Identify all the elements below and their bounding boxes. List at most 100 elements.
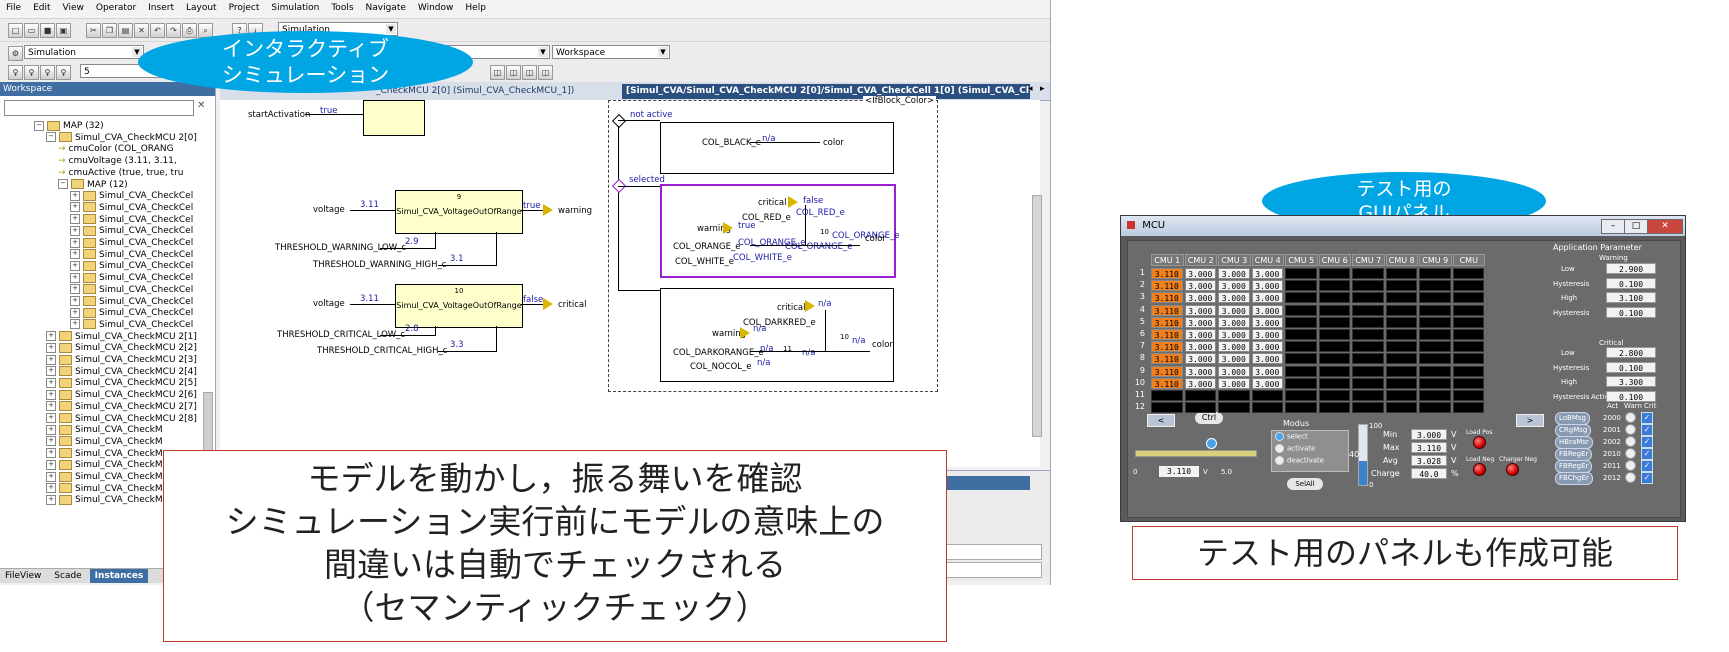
cell-empty[interactable] — [1318, 402, 1350, 414]
param-value-field[interactable]: 3.300 — [1606, 376, 1656, 387]
activation-block[interactable] — [363, 100, 425, 136]
voltage-slider-thumb[interactable] — [1205, 438, 1217, 449]
cell-voltage[interactable]: 3.000 — [1251, 329, 1283, 340]
cut-icon[interactable]: ✂ — [86, 23, 101, 38]
expand-toggle-icon[interactable]: + — [46, 389, 56, 400]
cell-empty[interactable] — [1318, 268, 1350, 279]
cell-empty[interactable] — [1318, 280, 1350, 292]
cell-empty[interactable] — [1318, 365, 1350, 377]
workspace-combo[interactable]: Workspace ▼ — [552, 45, 670, 59]
menu-item-project[interactable]: Project — [223, 0, 266, 13]
expand-toggle-icon[interactable]: + — [70, 214, 80, 225]
minimize-button[interactable]: – — [1601, 219, 1625, 234]
cell-voltage[interactable]: 3.110 — [1151, 268, 1183, 279]
menu-item-window[interactable]: Window — [412, 0, 460, 13]
menu-item-file[interactable]: File — [0, 0, 27, 13]
not-active-branch[interactable] — [660, 122, 894, 174]
expand-toggle-icon[interactable]: + — [70, 260, 80, 271]
voltage-out-of-range-block-1[interactable]: 9 Simul_CVA_VoltageOutOfRange — [395, 190, 523, 234]
cell-empty[interactable] — [1419, 268, 1451, 279]
cell-voltage[interactable]: 3.110 — [1151, 280, 1183, 292]
param-value-field[interactable]: 0.100 — [1606, 277, 1656, 289]
expand-toggle-icon[interactable]: + — [46, 366, 56, 377]
cell-voltage[interactable]: 3.000 — [1218, 292, 1250, 304]
cell-voltage[interactable]: 3.000 — [1218, 280, 1250, 292]
expand-toggle-icon[interactable]: + — [70, 307, 80, 318]
cell-empty[interactable] — [1285, 390, 1317, 401]
sim-icon-b[interactable]: ◫ — [506, 65, 521, 80]
expand-toggle-icon[interactable]: + — [70, 190, 80, 201]
alarm-crit-checkbox[interactable]: ✓ — [1641, 424, 1653, 436]
cell-empty[interactable] — [1385, 377, 1417, 389]
expand-toggle-icon[interactable]: + — [46, 413, 56, 423]
param-value-field[interactable]: 2.900 — [1606, 263, 1656, 274]
cell-empty[interactable] — [1452, 268, 1484, 279]
ctrl-button[interactable]: Ctrl — [1195, 412, 1223, 424]
cell-voltage[interactable]: 3.000 — [1251, 316, 1283, 328]
cell-voltage[interactable]: 3.000 — [1184, 365, 1216, 377]
cell-empty[interactable] — [1352, 329, 1384, 340]
expand-toggle-icon[interactable]: + — [46, 401, 56, 412]
cell-empty[interactable] — [1184, 390, 1216, 401]
cell-empty[interactable] — [1452, 280, 1484, 292]
param-value-field[interactable]: 2.800 — [1606, 347, 1656, 358]
cell-voltage[interactable]: 3.000 — [1251, 304, 1283, 316]
cell-voltage[interactable]: 3.110 — [1151, 341, 1183, 353]
menu-item-insert[interactable]: Insert — [142, 0, 180, 13]
cell-voltage[interactable]: 3.000 — [1184, 329, 1216, 340]
tab-scroll-left-icon[interactable]: ◂ — [1028, 84, 1033, 94]
param-value-field[interactable]: 3.100 — [1606, 292, 1656, 303]
menu-item-simulation[interactable]: Simulation — [265, 0, 325, 13]
modus-radio-select[interactable]: select — [1275, 432, 1308, 441]
expand-toggle-icon[interactable]: − — [34, 120, 44, 131]
prev-page-button[interactable]: < — [1147, 414, 1175, 427]
cell-empty[interactable] — [1285, 268, 1317, 279]
tab-scade[interactable]: Scade — [49, 569, 86, 583]
cell-empty[interactable] — [1318, 292, 1350, 304]
cell-empty[interactable] — [1352, 365, 1384, 377]
cell-empty[interactable] — [1385, 365, 1417, 377]
cell-empty[interactable] — [1419, 402, 1451, 414]
cell-empty[interactable] — [1352, 402, 1384, 414]
cell-voltage[interactable]: 3.110 — [1151, 365, 1183, 377]
step-out-icon[interactable]: ♀ — [56, 65, 71, 80]
expand-toggle-icon[interactable]: + — [70, 272, 80, 283]
cell-voltage[interactable]: 3.000 — [1251, 365, 1283, 377]
cell-empty[interactable] — [1285, 377, 1317, 389]
cell-empty[interactable] — [1385, 341, 1417, 353]
cell-empty[interactable] — [1352, 292, 1384, 304]
cell-voltage[interactable]: 3.000 — [1218, 268, 1250, 279]
maximize-button[interactable]: □ — [1624, 219, 1648, 234]
cell-empty[interactable] — [1419, 329, 1451, 340]
cell-empty[interactable] — [1452, 377, 1484, 389]
cell-voltage[interactable]: 3.000 — [1218, 329, 1250, 340]
alarm-crit-checkbox[interactable]: ✓ — [1641, 472, 1653, 484]
canvas-scrollbar[interactable] — [1032, 195, 1042, 437]
cell-empty[interactable] — [1352, 280, 1384, 292]
cell-empty[interactable] — [1352, 304, 1384, 316]
cell-empty[interactable] — [1452, 292, 1484, 304]
cell-empty[interactable] — [1285, 341, 1317, 353]
cell-empty[interactable] — [1151, 390, 1183, 401]
select-all-button[interactable]: SelAll — [1287, 478, 1323, 490]
voltage-slider-track[interactable] — [1135, 450, 1257, 457]
cell-empty[interactable] — [1452, 353, 1484, 365]
cell-voltage[interactable]: 3.000 — [1251, 292, 1283, 304]
expand-toggle-icon[interactable]: − — [46, 132, 56, 143]
cell-voltage[interactable]: 3.000 — [1218, 365, 1250, 377]
cell-voltage[interactable]: 3.000 — [1218, 316, 1250, 328]
expand-toggle-icon[interactable]: + — [70, 319, 80, 330]
cell-voltage[interactable]: 3.000 — [1218, 353, 1250, 365]
cell-empty[interactable] — [1352, 268, 1384, 279]
cell-empty[interactable] — [1385, 390, 1417, 401]
cell-empty[interactable] — [1419, 292, 1451, 304]
tab-scroll-right-icon[interactable]: ▸ — [1040, 84, 1045, 94]
sim-icon-c[interactable]: ◫ — [522, 65, 537, 80]
workspace-filter-input[interactable] — [4, 100, 194, 116]
cell-voltage[interactable]: 3.000 — [1251, 280, 1283, 292]
save-icon[interactable]: ■ — [40, 23, 55, 38]
expand-toggle-icon[interactable]: + — [46, 459, 56, 470]
cell-empty[interactable] — [1352, 377, 1384, 389]
expand-toggle-icon[interactable]: + — [46, 483, 56, 494]
menu-item-edit[interactable]: Edit — [27, 0, 56, 13]
